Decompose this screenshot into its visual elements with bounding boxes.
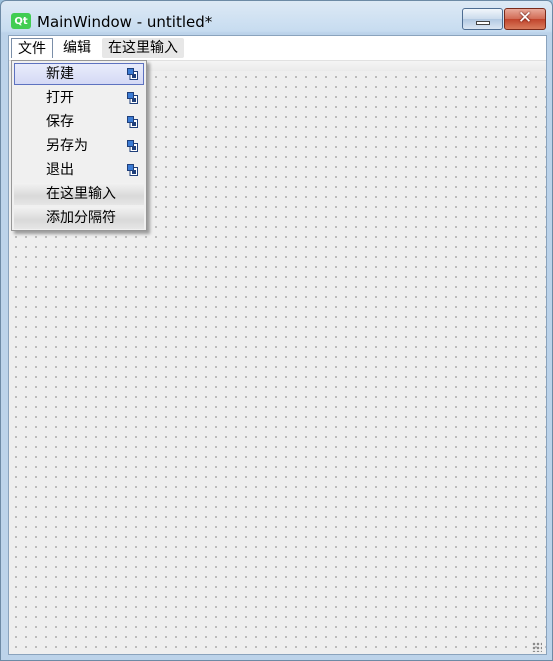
add-to-toolbar-icon (127, 140, 138, 152)
menu-item-type-here[interactable]: 在这里输入 (14, 183, 144, 205)
add-to-toolbar-icon (127, 164, 138, 176)
minimize-button[interactable] (462, 8, 503, 30)
menu-item-label: 在这里输入 (46, 186, 116, 202)
menu-item-save-as[interactable]: 另存为 (14, 135, 144, 157)
menu-type-here[interactable]: 在这里输入 (102, 38, 184, 58)
resize-grip-icon[interactable] (532, 642, 542, 652)
close-button[interactable]: ✕ (504, 8, 546, 30)
menu-item-label: 新建 (46, 66, 74, 82)
close-icon: ✕ (517, 8, 533, 28)
menu-item-add-separator[interactable]: 添加分隔符 (14, 207, 144, 229)
menu-item-label: 保存 (46, 114, 74, 130)
add-to-toolbar-icon (127, 68, 138, 80)
menu-item-label: 打开 (46, 90, 74, 106)
menu-item-exit[interactable]: 退出 (14, 159, 144, 181)
menu-edit[interactable]: 编辑 (57, 38, 97, 58)
menu-file[interactable]: 文件 (11, 38, 53, 58)
menu-item-label: 另存为 (46, 138, 88, 154)
menu-bar: 文件 编辑 在这里输入 (9, 36, 546, 60)
add-to-toolbar-icon (127, 92, 138, 104)
menu-item-label: 退出 (46, 162, 74, 178)
minimize-icon (476, 21, 490, 25)
menu-item-new[interactable]: 新建 (14, 63, 144, 85)
add-to-toolbar-icon (127, 116, 138, 128)
window-title: MainWindow - untitled* (37, 13, 213, 31)
menu-item-open[interactable]: 打开 (14, 87, 144, 109)
main-window: Qt MainWindow - untitled* ✕ 文件 编辑 在这里输入 … (0, 0, 553, 661)
title-bar[interactable]: Qt MainWindow - untitled* ✕ (1, 1, 553, 35)
menu-item-save[interactable]: 保存 (14, 111, 144, 133)
menu-item-label: 添加分隔符 (46, 210, 116, 226)
file-menu-dropdown: 新建 打开 保存 另存为 退出 在这里输入 添加分隔符 (11, 60, 147, 231)
qt-logo-icon: Qt (11, 13, 31, 29)
